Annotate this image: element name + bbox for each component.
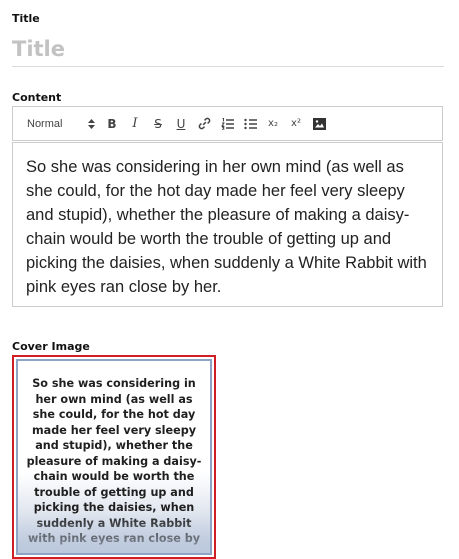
heading-select[interactable]: Normal bbox=[27, 118, 95, 130]
image-button[interactable] bbox=[308, 113, 330, 135]
superscript-button[interactable]: x² bbox=[285, 113, 307, 135]
underline-button[interactable]: U bbox=[170, 113, 192, 135]
bullet-list-icon bbox=[243, 118, 257, 129]
select-arrows-icon bbox=[88, 118, 95, 129]
content-editor[interactable]: So she was considering in her own mind (… bbox=[12, 142, 443, 307]
heading-select-value: Normal bbox=[27, 117, 63, 130]
bold-button[interactable]: B bbox=[101, 113, 123, 135]
ordered-list-button[interactable] bbox=[216, 113, 238, 135]
cover-image-selector[interactable]: So she was considering in her own mind (… bbox=[12, 355, 216, 559]
editor-toolbar: Normal B I S U x₂ x² bbox=[12, 106, 443, 141]
cover-image-text: So she was considering in her own mind (… bbox=[26, 377, 202, 545]
strike-button[interactable]: S bbox=[147, 113, 169, 135]
bullet-list-button[interactable] bbox=[239, 113, 261, 135]
link-icon bbox=[198, 117, 210, 130]
title-input[interactable] bbox=[12, 32, 444, 67]
italic-button[interactable]: I bbox=[124, 113, 146, 135]
subscript-button[interactable]: x₂ bbox=[262, 113, 284, 135]
cover-image-preview: So she was considering in her own mind (… bbox=[16, 359, 212, 555]
ordered-list-icon bbox=[220, 117, 234, 130]
content-label: Content bbox=[12, 91, 62, 104]
content-text: So she was considering in her own mind (… bbox=[26, 158, 427, 296]
title-label: Title bbox=[12, 12, 40, 25]
cover-image-label: Cover Image bbox=[12, 340, 90, 353]
link-button[interactable] bbox=[193, 113, 215, 135]
image-icon bbox=[312, 117, 326, 130]
